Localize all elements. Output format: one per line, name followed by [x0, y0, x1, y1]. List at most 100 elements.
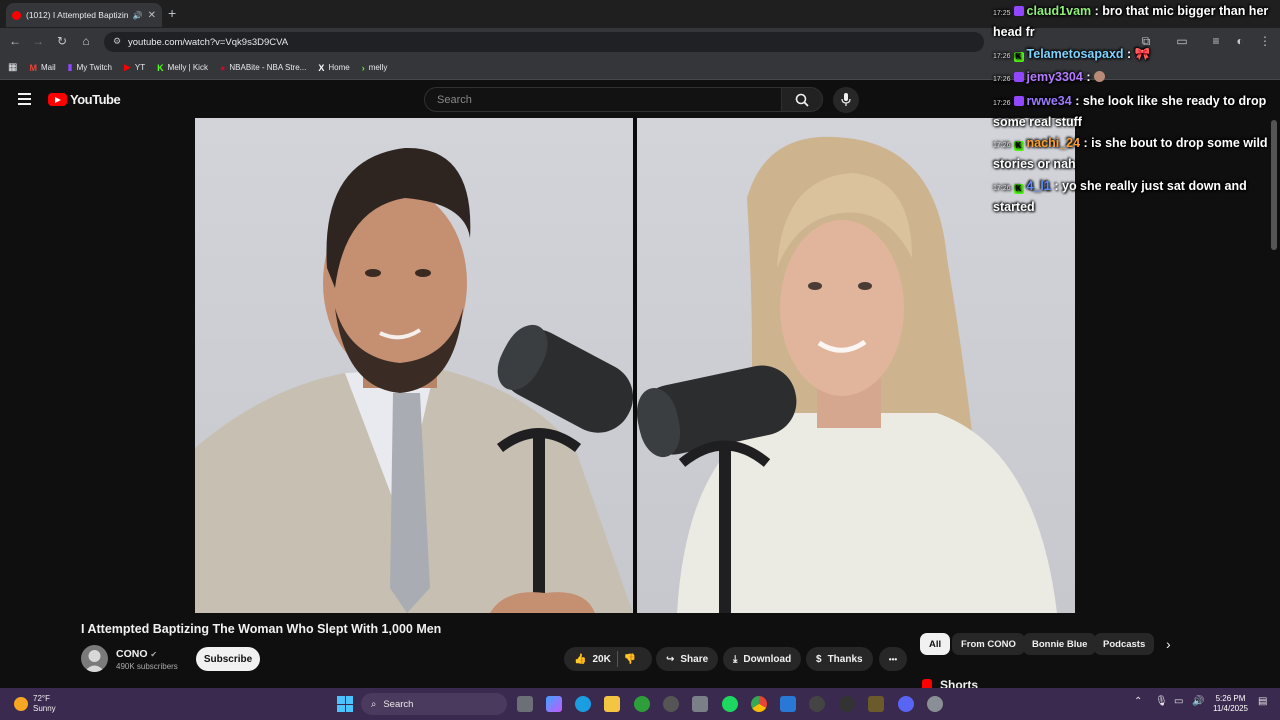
forward-arrow-icon[interactable]: → — [30, 34, 46, 48]
subscriber-badge-icon — [1013, 72, 1024, 82]
chevron-right-icon[interactable]: › — [1166, 636, 1171, 652]
volume-icon[interactable]: 🔊 — [1192, 696, 1204, 707]
kick-green-icon: › — [361, 62, 365, 73]
thumbs-up-icon: 👍 — [574, 653, 587, 665]
hamburger-menu-icon[interactable] — [18, 93, 31, 108]
bookmark-label: Melly | Kick — [167, 63, 208, 72]
chip-podcasts[interactable]: Podcasts — [1094, 633, 1155, 655]
more-actions-button[interactable]: ••• — [879, 647, 907, 671]
chip-from-cono[interactable]: From CONO — [952, 633, 1025, 655]
kick-badge-icon: K — [1013, 184, 1024, 194]
share-button[interactable]: ↪ Share — [656, 647, 719, 671]
chevron-up-icon[interactable]: ⌃ — [1134, 696, 1142, 707]
search-button[interactable] — [781, 87, 823, 112]
game-app-icon[interactable] — [868, 696, 884, 712]
download-label: Download — [743, 653, 792, 665]
chat-timestamp: 17:26 — [993, 53, 1011, 60]
chat-timestamp: 17:26 — [993, 142, 1011, 149]
subscribe-button[interactable]: Subscribe — [196, 647, 260, 671]
bookmark-label: Home — [328, 63, 350, 72]
xbox-icon[interactable] — [634, 696, 650, 712]
taskbar-search[interactable]: ⌕ Search — [361, 693, 507, 715]
url-text: youtube.com/watch?v=Vqk9s3D9CVA — [128, 36, 289, 48]
arrow-app-icon[interactable] — [839, 696, 855, 712]
channel-name-text: CONO — [116, 648, 148, 660]
browser-tab[interactable]: (1012) I Attempted Baptizin 🔊 ✕ — [6, 3, 162, 27]
voice-search-button[interactable] — [833, 87, 859, 113]
chip-all[interactable]: All — [920, 633, 951, 655]
microsoft-store-icon[interactable] — [692, 696, 708, 712]
bookmark-nbabite[interactable]: ● NBABite - NBA Stre... — [220, 63, 306, 73]
close-tab-icon[interactable]: ✕ — [148, 10, 156, 21]
share-arrow-icon: ↪ — [666, 653, 675, 665]
taskbar-search-label: Search — [383, 698, 414, 710]
chip-bonnie-blue[interactable]: Bonnie Blue — [1023, 633, 1097, 655]
chat-username: 4_l1 — [1026, 179, 1051, 193]
chrome-icon[interactable] — [751, 696, 767, 712]
kick-icon: K — [157, 62, 164, 73]
copilot-icon[interactable] — [546, 696, 562, 712]
bookmark-yt[interactable]: ▶ YT — [124, 62, 145, 73]
nba-icon: ● — [219, 62, 226, 73]
bookmark-melly[interactable]: › melly — [362, 63, 388, 73]
emote-icon: 🎀 — [1134, 47, 1151, 61]
notification-bell-icon[interactable]: ▤ — [1258, 696, 1267, 707]
chat-message: 17:26 rwwe34 : she look like she ready to… — [993, 92, 1278, 132]
reload-icon[interactable]: ↻ — [54, 34, 70, 48]
chat-message: 17:26 K 4_l1 : yo she really just sat down… — [993, 177, 1278, 217]
man-speaker-illustration — [195, 147, 633, 613]
apps-grid-icon[interactable]: ▦ — [8, 62, 17, 73]
channel-avatar[interactable] — [81, 645, 108, 672]
dislike-button[interactable]: 👎 — [624, 654, 636, 665]
address-bar[interactable]: ⚙ youtube.com/watch?v=Vqk9s3D9CVA — [104, 32, 984, 52]
back-arrow-icon[interactable]: ← — [7, 34, 23, 48]
bookmark-my-twitch[interactable]: ▮ My Twitch — [68, 62, 112, 73]
microphone-tray-icon[interactable]: 🎙 — [1155, 696, 1168, 707]
thanks-label: Thanks — [827, 653, 863, 665]
bookmark-mail[interactable]: M Mail — [29, 63, 55, 73]
system-clock[interactable]: 5:26 PM 11/4/2025 — [1213, 694, 1248, 714]
emote-icon — [1093, 71, 1105, 82]
microphone-icon — [841, 93, 851, 106]
site-info-icon[interactable]: ⚙ — [113, 36, 121, 47]
chat-text: : — [1127, 47, 1132, 61]
edge-browser-icon[interactable] — [575, 696, 591, 712]
bookmark-home[interactable]: X Home — [318, 63, 349, 73]
media-player-icon[interactable] — [809, 696, 825, 712]
bookmark-melly-kick[interactable]: K Melly | Kick — [157, 63, 208, 73]
bookmark-label: NBABite - NBA Stre... — [229, 63, 307, 72]
chat-username: Telametosapaxd — [1026, 47, 1124, 61]
photos-icon[interactable] — [780, 696, 796, 712]
page-scrollbar[interactable] — [1271, 120, 1277, 250]
like-dislike-group: 👍 20K 👎 — [564, 647, 652, 671]
home-icon[interactable]: ⌂ — [78, 34, 94, 48]
steam-icon[interactable] — [663, 696, 679, 712]
file-explorer-icon[interactable] — [604, 696, 620, 712]
download-button[interactable]: ⤓ Download — [723, 647, 802, 671]
search-input[interactable]: Search — [424, 87, 782, 112]
video-title: I Attempted Baptizing The Woman Who Slep… — [81, 622, 442, 636]
chat-timestamp: 17:26 — [993, 76, 1011, 83]
chat-username: nachi_24 — [1026, 136, 1081, 150]
like-button[interactable]: 👍 20K — [574, 654, 611, 665]
search-icon — [795, 93, 809, 107]
channel-name[interactable]: CONO ✔ — [116, 648, 157, 660]
subscriber-badge-icon — [1013, 96, 1024, 106]
chat-username: claud1vam — [1026, 4, 1092, 18]
network-icon[interactable]: ▭ — [1174, 696, 1183, 707]
discord-icon[interactable] — [898, 696, 914, 712]
stream-chat-overlay: 17:25 claud1vam : bro that mic bigger tha… — [991, 0, 1280, 225]
settings-gear-icon[interactable] — [927, 696, 943, 712]
speaker-icon[interactable]: 🔊 — [133, 11, 143, 20]
spotify-icon[interactable] — [722, 696, 738, 712]
bookmark-label: melly — [368, 63, 388, 72]
youtube-logo[interactable]: YouTube — [48, 92, 121, 107]
task-view-icon[interactable] — [517, 696, 533, 712]
weather-widget[interactable]: 72°F Sunny — [14, 694, 56, 714]
windows-start-icon[interactable] — [337, 696, 353, 712]
temperature: 72°F — [33, 694, 50, 703]
search-placeholder: Search — [437, 93, 472, 106]
thanks-button[interactable]: $ Thanks — [806, 647, 873, 671]
video-player[interactable] — [195, 118, 1075, 613]
new-tab-icon[interactable]: + — [168, 5, 176, 21]
